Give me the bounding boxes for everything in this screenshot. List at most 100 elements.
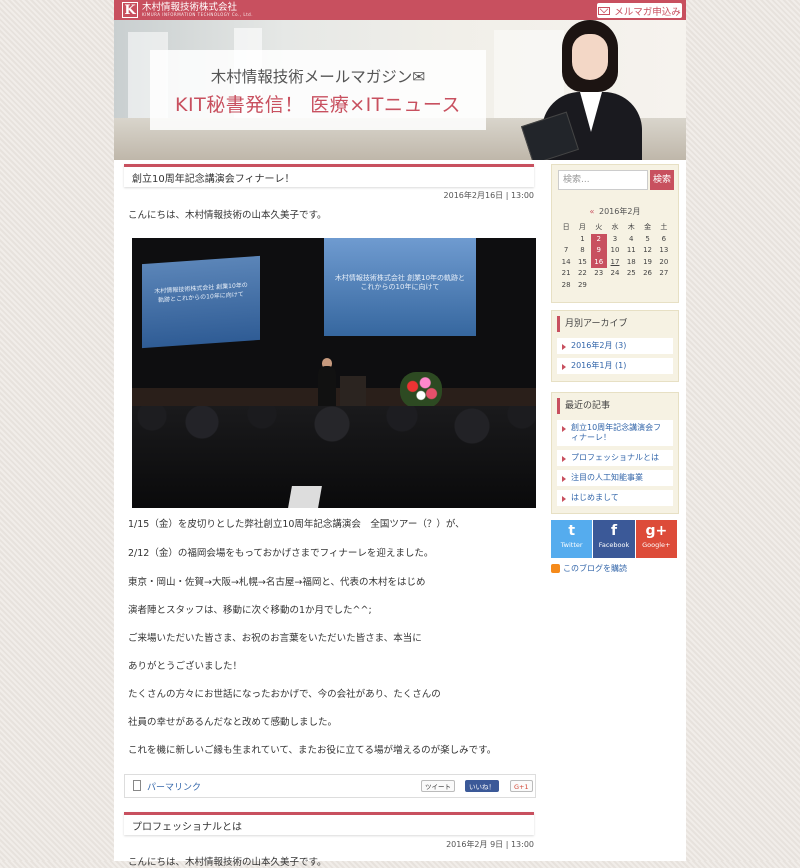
archive-item[interactable]: 2016年2月 (3)	[557, 338, 673, 354]
calendar-weekday: 土	[660, 223, 668, 231]
calendar-empty-cell	[558, 292, 574, 304]
twitter-share-button[interactable]: t Twitter	[551, 520, 593, 558]
hero-person-image	[520, 20, 642, 160]
calendar-day[interactable]: 2	[590, 233, 607, 246]
recent-post-item[interactable]: 注目の人工知能事業	[557, 470, 673, 486]
hero-subtitle: 木村情報技術メールマガジン✉	[210, 68, 426, 86]
previous-month-icon[interactable]: «	[590, 207, 595, 216]
calendar-day[interactable]: 9	[590, 245, 607, 257]
calendar-day: 26	[643, 269, 653, 278]
company-logo[interactable]: K 木村情報技術株式会社 KIMURA INFORMATION TECHNOLO…	[122, 2, 253, 18]
facebook-share-button[interactable]: f Facebook	[593, 520, 635, 558]
recent-posts-widget: 最近の記事 創立10周年記念講演会フィナーレ！ プロフェッショナルとは 注目の人…	[551, 392, 679, 514]
facebook-like-button[interactable]: いいね！	[465, 780, 499, 792]
calendar-weekday: 木	[627, 223, 635, 231]
calendar-day: 11	[626, 246, 636, 255]
hero-title: KIT秘書発信！ 医療×ITニュース	[175, 94, 461, 116]
calendar-day: 5	[645, 234, 650, 243]
facebook-icon: f	[610, 523, 618, 539]
permalink-link[interactable]: パーマリンク	[147, 780, 201, 793]
page-container: K 木村情報技術株式会社 KIMURA INFORMATION TECHNOLO…	[114, 0, 686, 868]
calendar-day: 15	[577, 257, 587, 266]
calendar-weekday: 水	[611, 223, 619, 231]
recent-post-item[interactable]: はじめまして	[557, 490, 673, 506]
post-paragraph: 演者陣とスタッフは、移動に次ぐ移動の1か月でした^^;	[128, 605, 372, 616]
calendar-day: 27	[659, 269, 669, 278]
calendar-empty-cell	[656, 280, 672, 292]
calendar-day: 7	[563, 246, 569, 255]
calendar-day: 3	[612, 234, 618, 243]
post-title-bar: プロフェッショナルとは	[124, 812, 534, 835]
projector-screen-left: 木村情報技術株式会社 創業10年の軌跡とこれからの10年に向けて	[142, 255, 260, 349]
post-greeting: こんにちは、木村情報技術の山本久美子です。	[128, 857, 327, 868]
post-title-bar: 創立10周年記念講演会フィナーレ！	[124, 164, 534, 187]
social-buttons: t Twitter f Facebook g+ Google+	[551, 520, 677, 558]
twitter-icon: t	[568, 523, 576, 539]
tweet-button[interactable]: ツイート	[421, 780, 455, 792]
envelope-icon	[598, 6, 611, 15]
post-paragraph: ありがとうございました！	[128, 661, 243, 672]
calendar-day: 28	[561, 280, 571, 289]
hero-banner: 木村情報技術メールマガジン✉ KIT秘書発信！ 医療×ITニュース	[114, 20, 686, 160]
projector-screen-right: 木村情報技術株式会社 創業10年の軌跡と これからの10年に向けて	[324, 238, 476, 336]
calendar-day[interactable]: 16	[590, 256, 607, 269]
post-footer: パーマリンク ツイート いいね！ G+1	[124, 774, 536, 798]
post-paragraph: たくさんの方々にお世話になったおかげで、今の会社があり、たくさんの	[128, 689, 441, 700]
post-paragraph: 2/12（金）の福岡会場をもっておかげさまでフィナーレを迎えました。	[128, 548, 434, 559]
calendar-day: 24	[610, 269, 620, 278]
calendar-grid: 日月火水木金土 1 2 3 4 5 6 7 8 9 10 11 12 13 14 15 16 17 18 19 20 21…	[558, 222, 672, 303]
calendar-empty-cell	[591, 280, 607, 292]
calendar-day: 25	[626, 269, 636, 278]
calendar-day: 17	[610, 257, 620, 266]
post-photo-lecture: 木村情報技術株式会社 創業10年の軌跡とこれからの10年に向けて 木村情報技術株…	[132, 238, 536, 508]
post-paragraph: 社員の幸せがあるんだなと改めて感動しました。	[128, 717, 338, 728]
calendar-day: 13	[659, 246, 669, 255]
post-title[interactable]: 創立10周年記念講演会フィナーレ！	[132, 170, 295, 185]
post-paragraph: これを機に新しいご縁も生まれていて、またお役に立てる場が増えるのが楽しみです。	[128, 745, 497, 756]
rss-icon	[551, 564, 560, 573]
post-title[interactable]: プロフェッショナルとは	[132, 818, 242, 833]
calendar-day: 21	[561, 269, 571, 278]
logo-company-name-en: KIMURA INFORMATION TECHNOLOGY Co., Ltd.	[142, 12, 253, 18]
recent-post-item[interactable]: 創立10周年記念講演会フィナーレ！	[557, 420, 673, 446]
recent-post-item[interactable]: プロフェッショナルとは	[557, 450, 673, 466]
calendar-day: 6	[661, 234, 667, 243]
google-plus-share-button[interactable]: g+ Google+	[635, 520, 677, 558]
calendar-day: 8	[580, 246, 585, 255]
document-icon	[133, 780, 141, 791]
calendar-empty-cell	[607, 280, 623, 292]
calendar-weekday: 金	[644, 223, 652, 231]
post-paragraph: 東京・岡山・佐賀→大阪→札幌→名古屋→福岡と、代表の木村をはじめ	[128, 577, 426, 588]
calendar-weekday: 月	[578, 223, 586, 231]
calendar-weekday: 日	[562, 223, 570, 231]
newsletter-signup-button[interactable]: メルマガ申込み	[597, 3, 682, 18]
recent-posts-title: 最近の記事	[557, 398, 673, 414]
calendar-day: 23	[594, 269, 604, 278]
audience	[132, 406, 536, 508]
post-paragraph: ご来場いただいた皆さま、お祝のお言葉をいただいた皆さま、本当に	[128, 633, 422, 644]
archive-item[interactable]: 2016年1月 (1)	[557, 358, 673, 374]
logo-mark: K	[122, 2, 138, 18]
post-paragraph: 1/15（金）を皮切りとした弊社創立10周年記念講演会 全国ツアー（？）が、	[128, 519, 465, 530]
calendar-day: 1	[580, 234, 585, 243]
flower-arrangement	[400, 372, 442, 408]
search-button[interactable]: 検索	[650, 170, 674, 190]
top-bar: K 木村情報技術株式会社 KIMURA INFORMATION TECHNOLO…	[114, 0, 686, 20]
calendar-day: 29	[577, 280, 587, 289]
post-greeting: こんにちは、木村情報技術の山本久美子です。	[128, 210, 327, 221]
google-plus-button[interactable]: G+1	[510, 780, 533, 792]
archive-title: 月別アーカイブ	[557, 316, 673, 332]
calendar-weekday: 火	[595, 223, 603, 231]
calendar-day: 14	[561, 257, 571, 266]
calendar-day: 18	[626, 257, 636, 266]
logo-company-name: 木村情報技術株式会社	[142, 1, 238, 13]
google-plus-icon: g+	[645, 523, 668, 539]
calendar-empty-cell	[623, 280, 639, 292]
newsletter-signup-label: メルマガ申込み	[614, 6, 681, 18]
calendar-title: 2016年2月	[599, 207, 641, 216]
search-input[interactable]: 検索...	[558, 170, 648, 190]
rss-subscribe-link[interactable]: このブログを購読	[551, 563, 627, 574]
archive-widget: 月別アーカイブ 2016年2月 (3) 2016年1月 (1)	[551, 310, 679, 382]
post-date: 2016年2月16日 | 13:00	[443, 191, 534, 200]
post-date: 2016年2月 9日 | 13:00	[446, 840, 534, 849]
